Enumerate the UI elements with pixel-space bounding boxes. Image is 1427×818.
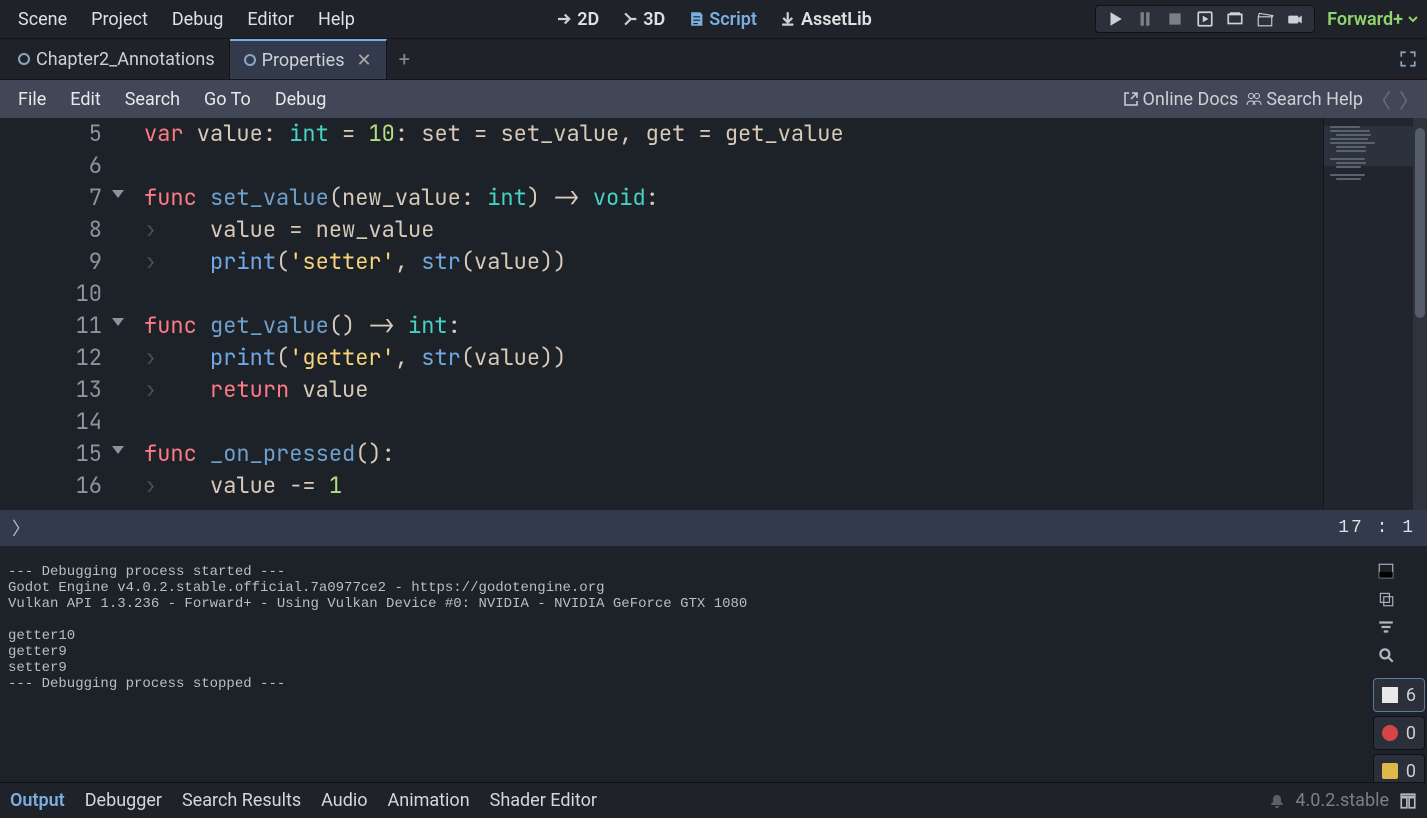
copy-icon[interactable] <box>1377 590 1395 608</box>
editor-scrollbar[interactable] <box>1413 118 1427 510</box>
errors-count: 0 <box>1406 723 1416 744</box>
view-3d-button[interactable]: 3D <box>615 5 671 34</box>
view-3d-label: 3D <box>643 9 665 30</box>
editor-status-bar: 〉 17 : 1 <box>0 510 1427 546</box>
fold-arrow-icon[interactable] <box>112 446 124 454</box>
top-right-tools: Forward+ <box>1095 5 1419 33</box>
menu-help[interactable]: Help <box>308 3 365 36</box>
editor-scrollbar-thumb[interactable] <box>1415 128 1425 318</box>
dock-bottom-icon[interactable] <box>1377 562 1395 580</box>
online-docs-label: Online Docs <box>1143 89 1239 110</box>
chevron-down-icon <box>1407 13 1419 25</box>
viewport-mode-switcher: 2D 3D Script AssetLib <box>549 5 878 34</box>
file-tab[interactable]: Properties ✕ <box>230 39 387 79</box>
download-icon <box>779 10 797 28</box>
external-link-icon <box>1123 91 1139 107</box>
play-icon[interactable] <box>1106 10 1124 28</box>
bell-icon[interactable] <box>1269 793 1285 809</box>
pause-icon[interactable] <box>1136 10 1154 28</box>
bottom-tab-output[interactable]: Output <box>10 790 65 811</box>
view-assetlib-button[interactable]: AssetLib <box>773 5 878 34</box>
bottom-tab-search-results[interactable]: Search Results <box>182 790 301 811</box>
editor-main[interactable]: 5678910111213141516 var value: int = 10:… <box>0 118 1323 510</box>
stop-icon[interactable] <box>1166 10 1184 28</box>
submenu-go-to[interactable]: Go To <box>194 85 261 114</box>
submenu-edit[interactable]: Edit <box>60 85 110 114</box>
top-menubar: SceneProjectDebugEditorHelp 2D 3D Script… <box>0 0 1427 38</box>
file-tab-label: Chapter2_Annotations <box>36 49 215 70</box>
search-icon[interactable] <box>1377 646 1395 664</box>
menu-project[interactable]: Project <box>81 3 158 36</box>
console-output[interactable]: --- Debugging process started --- Godot … <box>0 554 1371 782</box>
add-tab-button[interactable]: + <box>387 39 422 79</box>
arrow-icon <box>555 10 573 28</box>
code-editor: 5678910111213141516 var value: int = 10:… <box>0 118 1427 510</box>
view-2d-button[interactable]: 2D <box>549 5 605 34</box>
version-label: 4.0.2.stable <box>1295 790 1389 811</box>
panel-splitter[interactable] <box>0 546 1427 554</box>
playback-toolbar <box>1095 5 1315 33</box>
error-icon <box>1382 725 1398 741</box>
movie-icon[interactable] <box>1226 10 1244 28</box>
messages-badge[interactable]: 6 <box>1373 678 1425 712</box>
bottom-tab-animation[interactable]: Animation <box>388 790 470 811</box>
warning-icon <box>1382 763 1398 779</box>
top-menu-group: SceneProjectDebugEditorHelp <box>8 3 365 36</box>
errors-badge[interactable]: 0 <box>1373 716 1425 750</box>
menu-debug[interactable]: Debug <box>162 3 234 36</box>
fold-arrow-icon[interactable] <box>112 190 124 198</box>
bottom-tabbar: Output Debugger Search Results Audio Animati… <box>0 782 1427 818</box>
search-help-label: Search Help <box>1266 89 1363 110</box>
status-prompt: 〉 <box>12 515 30 541</box>
messages-count: 6 <box>1406 685 1416 706</box>
view-script-button[interactable]: Script <box>681 5 763 34</box>
warnings-count: 0 <box>1406 761 1416 782</box>
search-help-link[interactable]: Search Help <box>1246 89 1363 110</box>
output-panel: --- Debugging process started --- Godot … <box>0 554 1427 782</box>
line-number-gutter: 5678910111213141516 <box>0 118 110 510</box>
renderer-label-text: Forward+ <box>1327 9 1403 30</box>
code-content[interactable]: var value: int = 10: set = set_value, ge… <box>110 118 1323 510</box>
console-side-toolbar: 6 0 0 2 <box>1371 554 1427 782</box>
layout-toggle-icon[interactable] <box>1399 792 1417 810</box>
nav-back-button[interactable]: 〈 <box>1371 85 1391 114</box>
view-assetlib-label: AssetLib <box>801 9 872 30</box>
submenu-debug[interactable]: Debug <box>265 85 337 114</box>
open-file-tabs: Chapter2_Annotations Properties ✕ + <box>0 38 1427 80</box>
people-icon <box>1246 91 1262 107</box>
cursor-position: 17 : 1 <box>1338 518 1415 538</box>
file-tab[interactable]: Chapter2_Annotations <box>4 39 230 79</box>
menu-editor[interactable]: Editor <box>237 3 304 36</box>
minimap[interactable] <box>1323 118 1413 510</box>
camera-icon[interactable] <box>1286 10 1304 28</box>
bottom-tab-debugger[interactable]: Debugger <box>85 790 162 811</box>
script-tab-icon <box>244 54 256 66</box>
view-script-label: Script <box>709 9 757 30</box>
clapper-icon[interactable] <box>1256 10 1274 28</box>
file-tab-label: Properties <box>262 50 345 71</box>
online-docs-link[interactable]: Online Docs <box>1123 89 1239 110</box>
close-tab-icon[interactable]: ✕ <box>356 50 371 71</box>
filter-icon[interactable] <box>1377 618 1395 636</box>
script-icon <box>687 10 705 28</box>
bottom-tab-audio[interactable]: Audio <box>321 790 367 811</box>
arrow-3d-icon <box>621 10 639 28</box>
distraction-free-icon[interactable] <box>1389 39 1427 79</box>
bottom-tab-shader-editor[interactable]: Shader Editor <box>490 790 597 811</box>
script-menubar: FileEditSearchGo ToDebug Online Docs Sea… <box>0 80 1427 118</box>
submenu-search[interactable]: Search <box>115 85 190 114</box>
fold-arrow-icon[interactable] <box>112 318 124 326</box>
menu-scene[interactable]: Scene <box>8 3 77 36</box>
nav-forward-button[interactable]: 〉 <box>1399 85 1419 114</box>
view-2d-label: 2D <box>577 9 599 30</box>
renderer-selector[interactable]: Forward+ <box>1327 9 1419 30</box>
script-tab-icon <box>18 53 30 65</box>
message-icon <box>1382 687 1398 703</box>
submenu-file[interactable]: File <box>8 85 56 114</box>
play-scene-icon[interactable] <box>1196 10 1214 28</box>
